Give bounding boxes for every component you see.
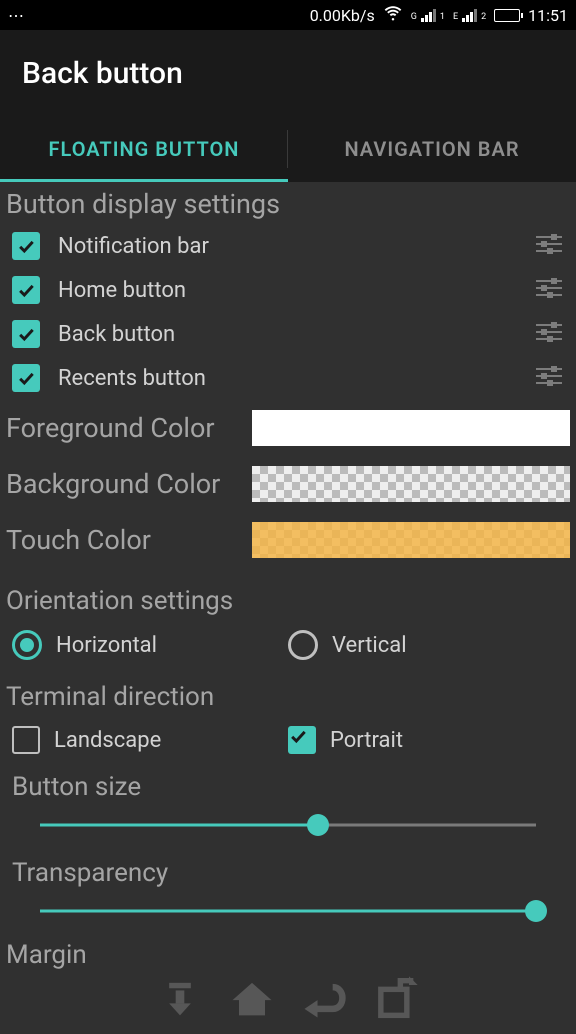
radio-horizontal[interactable] bbox=[12, 630, 42, 660]
signal-bars-icon bbox=[462, 8, 477, 22]
label-recents-button: Recents button bbox=[58, 366, 534, 391]
check-landscape-row[interactable]: Landscape bbox=[12, 726, 288, 754]
orientation-radios: Horizontal Vertical bbox=[0, 620, 576, 670]
checkbox-recents-button[interactable] bbox=[12, 364, 40, 392]
row-touch-color[interactable]: Touch Color bbox=[0, 512, 576, 568]
tab-floating-button[interactable]: FLOATING BUTTON bbox=[0, 116, 288, 182]
heading-terminal-direction: Terminal direction bbox=[0, 670, 576, 716]
label-button-size: Button size bbox=[6, 766, 570, 806]
terminal-checks: Landscape Portrait bbox=[0, 716, 576, 764]
slider-button-size[interactable] bbox=[40, 810, 536, 840]
signal-2: E 2 bbox=[453, 8, 486, 22]
swatch-foreground[interactable] bbox=[252, 410, 570, 446]
row-back-button[interactable]: Back button bbox=[0, 312, 576, 356]
back-icon[interactable] bbox=[298, 976, 350, 1024]
label-notification-bar: Notification bar bbox=[58, 234, 534, 259]
checkbox-portrait[interactable] bbox=[288, 726, 316, 754]
tab-navigation-bar[interactable]: NAVIGATION BAR bbox=[288, 116, 576, 182]
battery-icon bbox=[494, 9, 520, 22]
slider-transparency-group: Transparency bbox=[0, 850, 576, 936]
checkbox-landscape[interactable] bbox=[12, 726, 40, 754]
label-touch-color: Touch Color bbox=[6, 524, 252, 556]
radio-vertical[interactable] bbox=[288, 630, 318, 660]
label-transparency: Transparency bbox=[6, 852, 570, 892]
slider-thumb-icon[interactable] bbox=[525, 900, 547, 922]
heading-button-display: Button display settings bbox=[0, 182, 576, 224]
swatch-background[interactable] bbox=[252, 466, 570, 502]
row-home-button[interactable]: Home button bbox=[0, 268, 576, 312]
scroll-content[interactable]: Button display settings Notification bar… bbox=[0, 182, 576, 1034]
status-right: 0.00Kb/s G 1 E 2 11:51 bbox=[310, 3, 568, 27]
radio-horizontal-row[interactable]: Horizontal bbox=[12, 630, 288, 660]
slider-transparency[interactable] bbox=[40, 896, 536, 926]
row-recents-button[interactable]: Recents button bbox=[0, 356, 576, 400]
sliders-icon[interactable] bbox=[534, 276, 564, 304]
more-dots-icon: ⋯ bbox=[8, 6, 24, 25]
signal-1: G 1 bbox=[411, 8, 445, 22]
label-margin: Margin bbox=[0, 936, 576, 974]
sliders-icon[interactable] bbox=[534, 364, 564, 392]
pull-down-icon[interactable] bbox=[154, 976, 206, 1024]
recents-icon[interactable] bbox=[370, 976, 422, 1024]
sliders-icon[interactable] bbox=[534, 320, 564, 348]
floating-navbar[interactable] bbox=[154, 976, 422, 1024]
checkbox-back-button[interactable] bbox=[12, 320, 40, 348]
row-foreground-color[interactable]: Foreground Color bbox=[0, 400, 576, 456]
radio-vertical-row[interactable]: Vertical bbox=[288, 630, 564, 660]
page-title: Back button bbox=[22, 56, 183, 91]
checkbox-home-button[interactable] bbox=[12, 276, 40, 304]
checkbox-notification-bar[interactable] bbox=[12, 232, 40, 260]
clock: 11:51 bbox=[528, 6, 568, 25]
net-speed: 0.00Kb/s bbox=[310, 6, 375, 25]
slider-button-size-group: Button size bbox=[0, 764, 576, 850]
row-notification-bar[interactable]: Notification bar bbox=[0, 224, 576, 268]
label-foreground-color: Foreground Color bbox=[6, 412, 252, 444]
check-portrait-row[interactable]: Portrait bbox=[288, 726, 564, 754]
heading-orientation: Orientation settings bbox=[0, 568, 576, 620]
swatch-touch[interactable] bbox=[252, 522, 570, 558]
app-header: Back button bbox=[0, 30, 576, 116]
signal-bars-icon bbox=[421, 8, 436, 22]
tabs: FLOATING BUTTON NAVIGATION BAR bbox=[0, 116, 576, 182]
home-icon[interactable] bbox=[226, 976, 278, 1024]
status-bar: ⋯ 0.00Kb/s G 1 E 2 11:51 bbox=[0, 0, 576, 30]
label-home-button: Home button bbox=[58, 278, 534, 303]
row-background-color[interactable]: Background Color bbox=[0, 456, 576, 512]
label-back-button: Back button bbox=[58, 322, 534, 347]
sliders-icon[interactable] bbox=[534, 232, 564, 260]
slider-thumb-icon[interactable] bbox=[307, 814, 329, 836]
label-background-color: Background Color bbox=[6, 468, 252, 500]
status-left: ⋯ bbox=[8, 6, 24, 25]
wifi-icon bbox=[383, 3, 403, 27]
